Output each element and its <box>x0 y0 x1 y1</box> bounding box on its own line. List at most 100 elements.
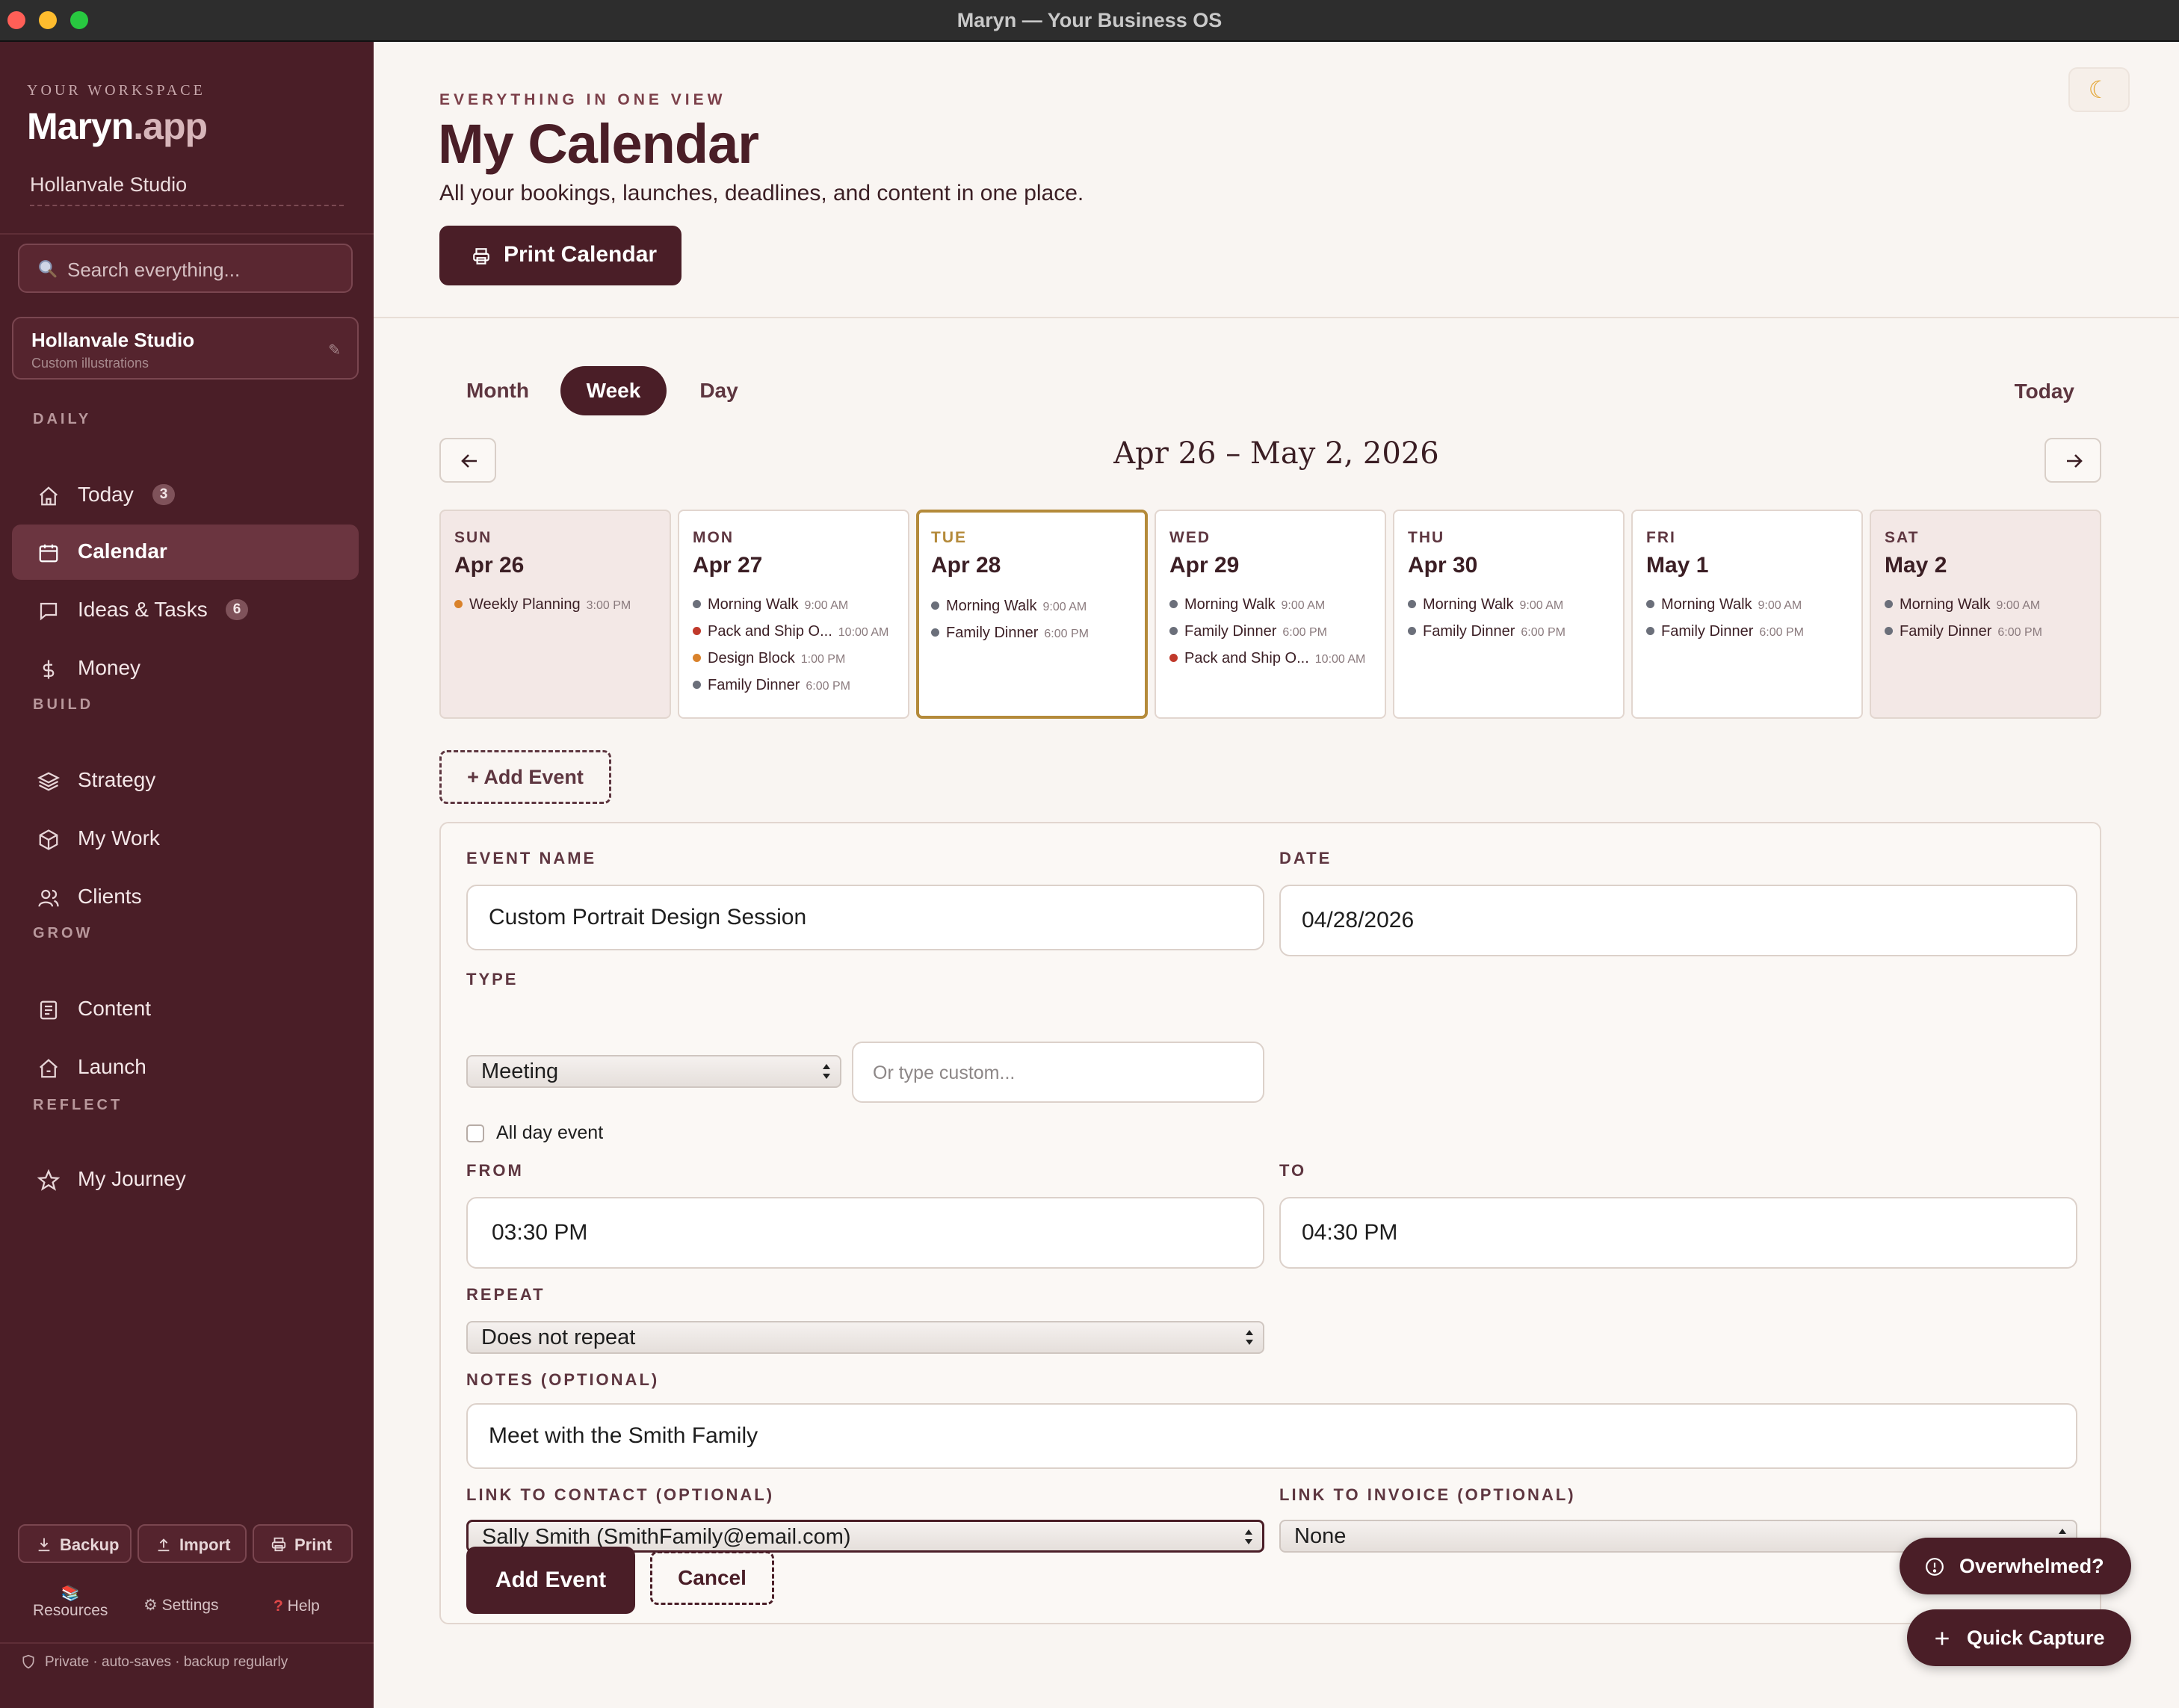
printer-icon <box>271 1537 286 1552</box>
notes-field[interactable]: Meet with the Smith Family <box>466 1403 2077 1469</box>
upload-icon <box>158 1538 170 1552</box>
type-custom-input[interactable]: Or type custom... <box>852 1042 1264 1103</box>
event-time: 6:00 PM <box>1044 628 1089 640</box>
sidebar-item-strategy[interactable]: Strategy <box>12 753 359 808</box>
calendar-event[interactable]: Pack and Ship O... 10:00 AM <box>693 623 909 649</box>
window-title: Maryn — Your Business OS <box>956 9 1223 31</box>
today-button[interactable]: Today <box>2015 380 2074 403</box>
event-name: Family Dinner <box>1900 623 1992 640</box>
calendar-event[interactable]: Family Dinner 6:00 PM <box>1408 623 1625 649</box>
event-time: 9:00 AM <box>804 599 849 612</box>
calendar-event[interactable]: Morning Walk 9:00 AM <box>1646 596 1863 622</box>
privacy-note: Private · auto-saves · backup regularly <box>21 1654 288 1671</box>
overwhelmed-button[interactable]: Overwhelmed? <box>1900 1538 2131 1594</box>
sidebar-item-my-work[interactable]: My Work <box>12 811 359 867</box>
sidebar-item-money[interactable]: Money <box>12 641 359 696</box>
event-color-dot <box>693 681 701 689</box>
search-input[interactable]: Search everything... <box>18 244 353 293</box>
calendar-event[interactable]: Family Dinner 6:00 PM <box>1169 623 1386 649</box>
next-week-button[interactable] <box>2044 438 2101 483</box>
add-event-submit-button[interactable]: Add Event <box>466 1547 635 1614</box>
calendar-event[interactable]: Morning Walk 9:00 AM <box>693 596 909 622</box>
studio-switcher[interactable]: Hollanvale Studio Custom illustrations ✎ <box>12 317 359 380</box>
theme-toggle-button[interactable]: ☾ <box>2068 67 2130 112</box>
settings-link[interactable]: ⚙ Settings <box>143 1596 219 1615</box>
day-column-tue[interactable]: TUE Apr 28 Morning Walk 9:00 AM Family Dinne… <box>916 510 1148 719</box>
event-color-dot <box>693 654 701 662</box>
section-label-build: BUILD <box>33 696 94 713</box>
printer-icon <box>473 248 489 264</box>
sidebar-item-label: Ideas & Tasks <box>78 598 208 621</box>
event-color-dot <box>1885 627 1893 635</box>
calendar-event[interactable]: Family Dinner 6:00 PM <box>931 625 1148 650</box>
calendar-event[interactable]: Design Block 1:00 PM <box>693 650 909 675</box>
alert-circle-icon <box>1926 1558 1944 1576</box>
event-color-dot <box>1408 627 1416 635</box>
to-label: TO <box>1279 1161 1307 1180</box>
sidebar-item-content[interactable]: Content <box>12 982 359 1037</box>
shield-icon <box>22 1654 34 1669</box>
sidebar-item-clients[interactable]: Clients <box>12 870 359 925</box>
gear-icon: ⚙ <box>143 1597 158 1614</box>
page-eyebrow: EVERYTHING IN ONE VIEW <box>439 91 726 108</box>
from-time-field[interactable]: 03:30 PM <box>466 1197 1264 1269</box>
day-column-sun[interactable]: SUN Apr 26 Weekly Planning 3:00 PM <box>439 510 671 719</box>
sidebar-item-label: Content <box>78 997 152 1020</box>
calendar-event[interactable]: Family Dinner 6:00 PM <box>693 677 909 702</box>
calendar-event[interactable]: Morning Walk 9:00 AM <box>1408 596 1625 622</box>
day-column-mon[interactable]: MON Apr 27 Morning Walk 9:00 AM Pack and Shi… <box>678 510 909 719</box>
sidebar-item-launch[interactable]: Launch <box>12 1040 359 1095</box>
event-name: Morning Walk <box>1184 596 1276 613</box>
type-select[interactable]: Meeting <box>466 1055 841 1088</box>
pencil-icon[interactable]: ✎ <box>328 341 341 359</box>
sidebar-item-today[interactable]: Today 3 <box>12 468 359 523</box>
day-column-sat[interactable]: SAT May 2 Morning Walk 9:00 AM Family Dinner… <box>1870 510 2101 719</box>
event-name: Morning Walk <box>1661 596 1752 613</box>
studio-name: Hollanvale Studio <box>30 173 188 196</box>
sidebar-item-my-journey[interactable]: My Journey <box>12 1152 359 1207</box>
tab-month[interactable]: Month <box>456 366 540 415</box>
calendar-event[interactable]: Family Dinner 6:00 PM <box>1646 623 1863 649</box>
cancel-button[interactable]: Cancel <box>650 1551 774 1605</box>
calendar-event[interactable]: Morning Walk 9:00 AM <box>1885 596 2101 622</box>
event-time: 9:00 AM <box>1996 599 2041 612</box>
all-day-checkbox[interactable] <box>466 1124 484 1142</box>
print-calendar-button[interactable]: Print Calendar <box>439 226 681 285</box>
sidebar-item-calendar[interactable]: Calendar <box>12 525 359 580</box>
calendar-event[interactable]: Morning Walk 9:00 AM <box>931 598 1148 623</box>
resources-link[interactable]: 📚 Resources <box>33 1584 108 1620</box>
import-button[interactable]: Import <box>137 1524 247 1563</box>
help-link[interactable]: ? Help <box>273 1597 320 1615</box>
calendar-event[interactable]: Weekly Planning 3:00 PM <box>454 596 671 622</box>
day-column-thu[interactable]: THU Apr 30 Morning Walk 9:00 AM Family Dinne… <box>1393 510 1625 719</box>
workspace-label: YOUR WORKSPACE <box>27 82 205 99</box>
event-name-field[interactable]: Custom Portrait Design Session <box>466 885 1264 950</box>
add-event-toggle[interactable]: + Add Event <box>439 750 611 804</box>
tab-week[interactable]: Week <box>560 366 667 415</box>
date-field[interactable]: 04/28/2026 <box>1279 885 2077 956</box>
tab-day[interactable]: Day <box>687 366 750 415</box>
quick-capture-button[interactable]: Quick Capture <box>1907 1609 2131 1666</box>
event-color-dot <box>693 600 701 608</box>
date-label: DATE <box>1279 849 1332 867</box>
day-column-wed[interactable]: WED Apr 29 Morning Walk 9:00 AM Family Dinne… <box>1155 510 1386 719</box>
star-icon <box>37 1169 60 1191</box>
resources-label: Resources <box>33 1602 108 1619</box>
backup-button[interactable]: Backup <box>18 1524 132 1563</box>
repeat-select-value: Does not repeat <box>481 1325 636 1349</box>
search-placeholder: Search everything... <box>67 259 241 281</box>
day-of-week: FRI <box>1646 529 1676 546</box>
sidebar-item-ideas-tasks[interactable]: Ideas & Tasks 6 <box>12 583 359 638</box>
brand-logo[interactable]: Maryn.app <box>27 105 208 148</box>
to-time-field[interactable]: 04:30 PM <box>1279 1197 2077 1269</box>
header-divider <box>374 317 2179 318</box>
calendar-event[interactable]: Morning Walk 9:00 AM <box>1169 596 1386 622</box>
contact-select-value: Sally Smith (SmithFamily@email.com) <box>482 1525 851 1549</box>
day-column-fri[interactable]: FRI May 1 Morning Walk 9:00 AM Family Dinner… <box>1631 510 1863 719</box>
event-name: Family Dinner <box>1184 623 1277 640</box>
repeat-select[interactable]: Does not repeat <box>466 1321 1264 1354</box>
sidebar-print-button[interactable]: Print <box>253 1524 353 1563</box>
calendar-icon <box>39 544 58 563</box>
calendar-event[interactable]: Pack and Ship O... 10:00 AM <box>1169 650 1386 675</box>
calendar-event[interactable]: Family Dinner 6:00 PM <box>1885 623 2101 649</box>
